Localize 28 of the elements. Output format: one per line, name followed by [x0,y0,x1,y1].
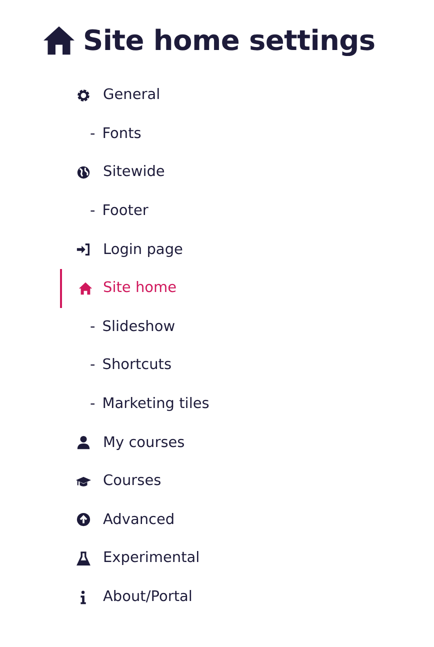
home-icon [78,280,93,296]
dash-marker: - [90,396,96,412]
globe-icon [76,164,91,180]
nav-link[interactable]: Marketing tiles [102,396,210,412]
page-title: Site home settings [83,24,376,57]
nav-link[interactable]: Site home [103,280,177,296]
arrow-up-circle-icon [76,512,91,528]
nav-link[interactable]: My courses [103,434,185,451]
dash-marker: - [90,126,96,142]
nav-link[interactable]: Courses [103,473,162,490]
dash-marker: - [90,357,96,374]
nav-link[interactable]: Fonts [102,126,142,142]
nav-link[interactable]: Shortcuts [102,357,172,374]
nav-link[interactable]: Slideshow [102,318,176,335]
nav-link[interactable]: Sitewide [103,164,165,180]
nav-link[interactable]: Advanced [103,512,175,528]
dash-marker: - [90,318,96,335]
nav-link[interactable]: General [103,87,160,104]
home-icon [42,25,76,56]
dash-marker: - [90,203,96,220]
nav-link[interactable]: Experimental [103,550,200,566]
gear-icon [76,88,91,103]
user-icon [76,435,91,450]
nav-link[interactable]: About/Portal [103,589,192,606]
nav-link[interactable]: Footer [102,203,148,220]
nav-link[interactable]: Login page [103,242,183,258]
sign-in-icon [76,242,91,258]
flask-icon [76,550,91,566]
